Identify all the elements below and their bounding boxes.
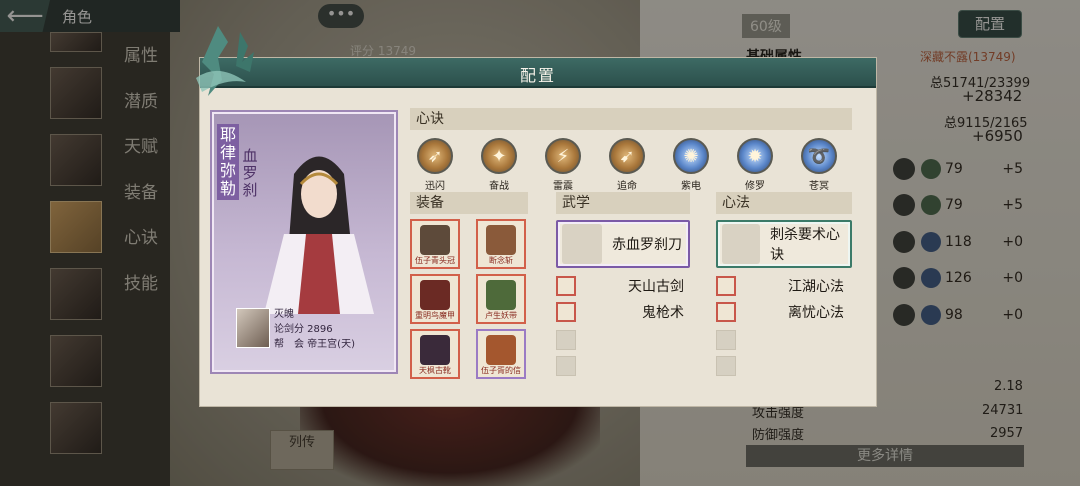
asura-icon: ✹	[737, 138, 773, 174]
empty-slot[interactable]	[716, 330, 736, 350]
martial-sub-icon	[556, 276, 576, 296]
dash-icon: ➶	[417, 138, 453, 174]
section-mind: 心法	[716, 192, 852, 214]
blade-icon	[486, 225, 516, 255]
skill-slot[interactable]: ✺ 紫电	[671, 138, 711, 192]
equip-slot[interactable]: 重明鸟魔甲	[410, 274, 460, 324]
hero-card[interactable]: 耶律弥勒 血罗刹 灭魄 论剑分 2896 帮 会 帝王宫(天)	[212, 112, 396, 372]
hero-title: 血罗刹	[242, 147, 258, 199]
player-gang: 帮 会 帝王宫(天)	[274, 339, 355, 350]
equip-slot[interactable]: 断念斩	[476, 219, 526, 269]
belt-icon	[486, 280, 516, 310]
skill-slot[interactable]: ➹ 追命	[607, 138, 647, 192]
martial-sub-icon	[556, 302, 576, 322]
mind-sub-icon	[716, 276, 736, 296]
mind-main-slot[interactable]: 刺杀要术心诀	[716, 220, 852, 268]
equip-slot[interactable]: 伍子胥的信	[476, 329, 526, 379]
chase-icon: ➹	[609, 138, 645, 174]
empty-slot[interactable]	[556, 356, 576, 376]
empty-slot[interactable]	[716, 356, 736, 376]
mind-method-icon	[722, 224, 761, 264]
letter-icon	[486, 335, 516, 365]
skill-slot[interactable]: ➶ 迅闪	[415, 138, 455, 192]
player-score: 论剑分 2896	[274, 324, 333, 335]
section-martial: 武学	[556, 192, 690, 214]
boots-icon	[420, 335, 450, 365]
section-equip: 装备	[410, 192, 528, 214]
mind-sub-icon	[716, 302, 736, 322]
player-info: 灭魄 论剑分 2896 帮 会 帝王宫(天)	[274, 307, 355, 352]
skill-slot[interactable]: ✦ 奋战	[479, 138, 519, 192]
dialog-title: 配置	[519, 66, 556, 85]
martial-main-slot[interactable]: 赤血罗刹刀	[556, 220, 690, 268]
swirl-icon: ➰	[801, 138, 837, 174]
equip-slot[interactable]: 天枫古靴	[410, 329, 460, 379]
thunder-icon: ⚡	[545, 138, 581, 174]
martial-art-icon	[562, 224, 602, 264]
equip-slot[interactable]: 伍子青头冠	[410, 219, 460, 269]
empty-slot[interactable]	[556, 330, 576, 350]
hero-name: 耶律弥勒	[217, 124, 239, 200]
lightning-icon: ✺	[673, 138, 709, 174]
armor-icon	[420, 280, 450, 310]
martial-sub-slot[interactable]: 鬼枪术	[556, 301, 684, 323]
skill-slot[interactable]: ➰ 苍冥	[799, 138, 839, 192]
martial-sub-slot[interactable]: 天山古剑	[556, 275, 684, 297]
mind-sub-slot[interactable]: 离忧心法	[716, 301, 844, 323]
helmet-icon	[420, 225, 450, 255]
hero-portrait	[264, 156, 374, 314]
player-avatar	[236, 308, 270, 348]
skill-slot[interactable]: ✹ 修罗	[735, 138, 775, 192]
fight-icon: ✦	[481, 138, 517, 174]
skill-slot[interactable]: ⚡ 雷震	[543, 138, 583, 192]
equip-slot[interactable]: 卢生妖带	[476, 274, 526, 324]
jade-ornament-icon	[196, 26, 254, 96]
mind-sub-slot[interactable]: 江湖心法	[716, 275, 844, 297]
player-name: 灭魄	[274, 309, 294, 320]
section-skills: 心诀	[410, 108, 852, 130]
